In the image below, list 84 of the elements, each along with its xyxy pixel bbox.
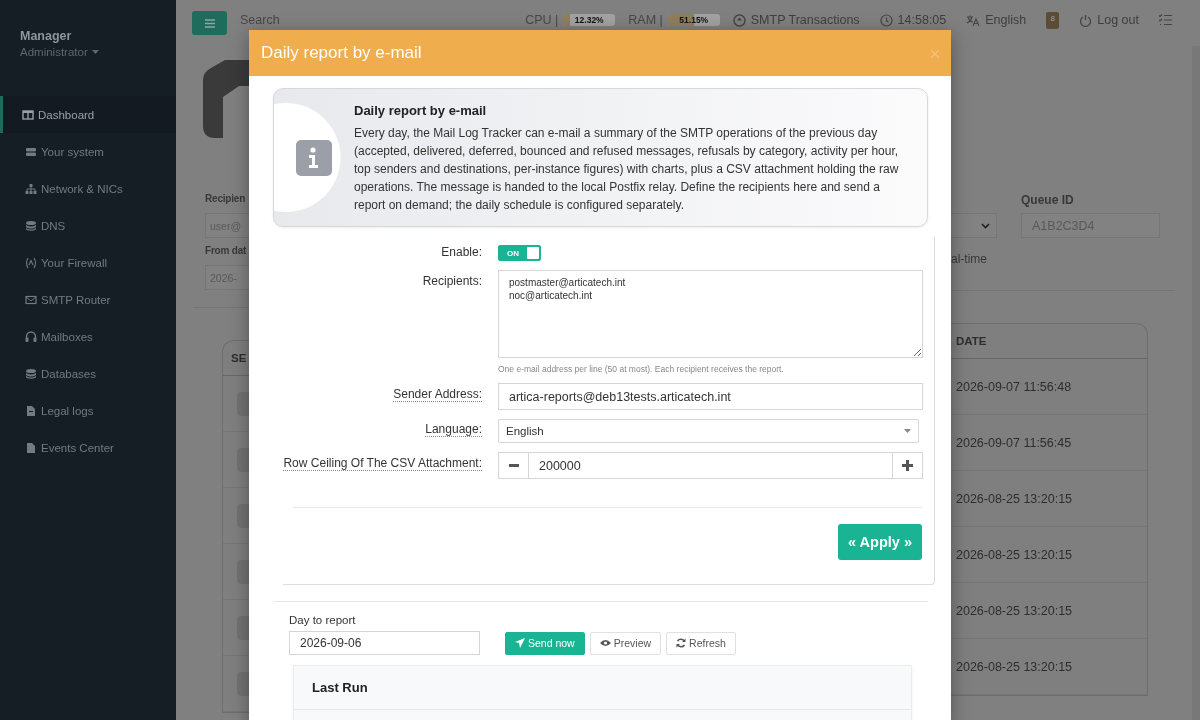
caret-icon	[904, 429, 911, 433]
dropdown-field[interactable]	[951, 213, 997, 238]
field-label: Recipien	[205, 193, 247, 206]
file-icon	[25, 404, 37, 417]
text-field[interactable]: artica-reports@deb13tests.articatech.int	[498, 383, 923, 410]
sidebar-item[interactable]: Your system	[0, 133, 176, 170]
checklist-icon[interactable]	[1159, 14, 1172, 26]
info-icon	[296, 139, 332, 176]
caret-icon	[91, 50, 99, 54]
minus-button[interactable]	[498, 452, 529, 479]
column-header: SE	[231, 352, 247, 364]
apply-button[interactable]: « Apply »	[838, 524, 922, 560]
sidebar-item[interactable]: Databases	[0, 355, 176, 392]
recipients-field[interactable]: postmaster@articatech.int noc@articatech.int	[498, 270, 923, 358]
minus-icon	[508, 464, 519, 467]
field-label: Enable:	[440, 245, 482, 259]
checkbox-label: al-time	[951, 252, 988, 268]
close-icon	[931, 50, 939, 58]
enable-toggle[interactable]: ON	[498, 245, 541, 261]
card-title: Last Run	[312, 680, 368, 695]
database-icon	[25, 367, 37, 380]
paper-plane-icon	[515, 638, 525, 648]
sidebar-item[interactable]: Events Center	[0, 429, 176, 466]
sidebar-item[interactable]: Legal logs	[0, 392, 176, 429]
eye-icon	[599, 639, 611, 647]
column-header: DATE	[956, 335, 987, 347]
plus-button[interactable]	[892, 452, 923, 479]
network-icon	[25, 182, 37, 195]
table-cell: 2026-08-25 13:20:15	[956, 547, 1073, 562]
menu-button[interactable]	[192, 11, 227, 35]
search-field[interactable]: Search	[240, 11, 320, 29]
field-label: Sender Address:	[392, 386, 482, 401]
field-label: Day to report	[289, 614, 357, 626]
sidebar-item[interactable]: Your Firewall	[0, 244, 176, 281]
field-label: Recipients:	[421, 273, 482, 288]
number-field[interactable]: 200000	[529, 452, 892, 479]
clock-icon	[879, 13, 893, 27]
field-label: Row Ceiling Of The CSV Attachment:	[283, 455, 482, 470]
topbar-link[interactable]: SMTP Transactions	[750, 13, 860, 27]
action-button[interactable]: Send now	[505, 631, 585, 655]
user-role[interactable]: Administrator	[20, 46, 88, 58]
usage-meter: 12.32%	[563, 14, 616, 26]
field-label: Language:	[424, 421, 482, 436]
translate-icon	[966, 13, 981, 27]
logout-link[interactable]: Log out	[1097, 13, 1139, 27]
info-title: Daily report by e-mail	[354, 103, 488, 118]
action-button[interactable]: Preview	[589, 631, 662, 655]
envelope-icon	[25, 293, 37, 306]
field-label: From dat	[205, 245, 248, 258]
headset-icon	[25, 330, 37, 343]
info-text: Every day, the Mail Log Tracker can e-mail a summary of the SMTP operations of the previous day (accepted, delivered, deferred, bounced and refused messages, refusals by category, activity per hour, top senders and destinations, per-instance figures) with charts, plus a CSV attachment holding the raw operations. The message is handed to the local Postfix relay. Define the recipients here and send a report on demand; the daily schedule is configured separately.	[354, 125, 900, 214]
plus-icon	[902, 460, 913, 471]
sidebar-item[interactable]: Network & NICs	[0, 170, 176, 207]
sidebar-item[interactable]: DNS	[0, 207, 176, 244]
topbar-link[interactable]: English	[985, 13, 1027, 27]
user-name: Manager	[19, 29, 73, 43]
server-icon	[25, 145, 37, 158]
file-icon	[25, 441, 37, 454]
database-icon	[25, 219, 37, 232]
field-label: Queue ID	[1021, 193, 1075, 209]
usage-meter: 51.15%	[667, 14, 720, 26]
table-cell: 2026-09-07 11:56:48	[956, 379, 1072, 394]
table-icon	[22, 108, 34, 121]
language-select[interactable]: English	[498, 419, 919, 443]
date-field[interactable]: 2026-09-06	[289, 631, 480, 655]
menu-icon	[204, 18, 215, 28]
table-cell: 2026-08-25 13:20:15	[956, 659, 1073, 674]
sidebar-item[interactable]: SMTP Router	[0, 281, 176, 318]
power-icon	[1079, 13, 1093, 27]
topbar-link[interactable]: 14:58:05	[897, 13, 947, 27]
bracket-icon	[25, 256, 37, 269]
table-cell: 2026-08-25 13:20:15	[956, 603, 1073, 618]
table-cell: 2026-08-25 13:20:15	[956, 491, 1073, 506]
action-button[interactable]: Refresh	[666, 631, 736, 655]
meter-label: CPU |	[525, 13, 559, 27]
meter-label: RAM |	[628, 13, 663, 27]
notification-badge[interactable]: 8	[1046, 11, 1060, 29]
sidebar-item[interactable]: Mailboxes	[0, 318, 176, 355]
dialog-title: Daily report by e-mail	[261, 43, 422, 63]
caret-icon	[981, 222, 990, 229]
sidebar-item[interactable]: Dashboard	[0, 96, 176, 133]
refresh-icon	[676, 638, 687, 648]
help-text: One e-mail address per line (50 at most). Each recipient receives the report.	[498, 364, 785, 374]
table-cell: 2026-09-07 11:56:45	[956, 435, 1072, 450]
